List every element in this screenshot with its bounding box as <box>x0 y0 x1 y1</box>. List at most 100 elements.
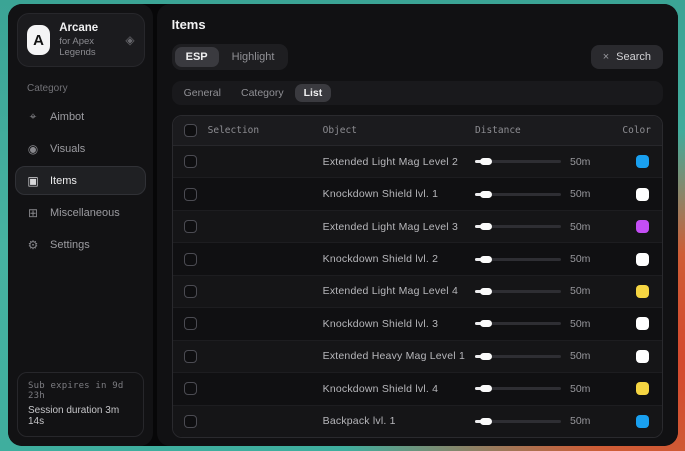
sidebar-item-label: Visuals <box>50 143 85 155</box>
sidebar-item-miscellaneous[interactable]: ⊞ Miscellaneous <box>15 198 146 227</box>
object-name: Extended Light Mag Level 2 <box>323 156 465 168</box>
row-checkbox[interactable] <box>184 220 197 233</box>
column-distance: Distance <box>475 125 603 136</box>
distance-cell: 50m <box>475 156 603 168</box>
color-swatch[interactable] <box>636 220 649 233</box>
gear-icon: ⚙ <box>26 238 40 252</box>
distance-value: 50m <box>570 318 590 330</box>
sidebar-item-visuals[interactable]: ◉ Visuals <box>15 134 146 163</box>
table-row: Extended Light Mag Level 4 50m <box>173 276 662 308</box>
color-cell <box>613 220 651 233</box>
table-row: Extended Light Mag Level 2 50m <box>173 146 662 178</box>
row-checkbox[interactable] <box>184 188 197 201</box>
distance-value: 50m <box>570 221 590 233</box>
table-row: Knockdown Shield lvl. 1 50m <box>173 178 662 210</box>
distance-slider[interactable] <box>475 160 561 163</box>
row-checkbox[interactable] <box>184 317 197 330</box>
distance-slider[interactable] <box>475 387 561 390</box>
color-cell <box>613 350 651 363</box>
color-swatch[interactable] <box>636 188 649 201</box>
color-cell <box>613 415 651 428</box>
tab-category[interactable]: Category <box>232 84 293 102</box>
sidebar-item-label: Settings <box>50 239 90 251</box>
row-checkbox[interactable] <box>184 415 197 428</box>
sidebar-item-aimbot[interactable]: ⌖ Aimbot <box>15 102 146 131</box>
tab-general[interactable]: General <box>175 84 230 102</box>
distance-value: 50m <box>570 156 590 168</box>
mode-tabs: ESPHighlight <box>172 44 289 70</box>
slider-thumb[interactable] <box>480 418 492 425</box>
object-name: Knockdown Shield lvl. 1 <box>323 188 465 200</box>
color-swatch[interactable] <box>636 415 649 428</box>
color-swatch[interactable] <box>636 382 649 395</box>
slider-thumb[interactable] <box>480 288 492 295</box>
controls-row: ESPHighlight × Search <box>172 44 663 70</box>
color-swatch[interactable] <box>636 350 649 363</box>
color-swatch[interactable] <box>636 285 649 298</box>
slider-thumb[interactable] <box>480 191 492 198</box>
tab-list[interactable]: List <box>295 84 332 102</box>
sidebar-item-label: Aimbot <box>50 111 84 123</box>
tab-highlight[interactable]: Highlight <box>221 47 286 67</box>
sidebar: A Arcane for Apex Legends ◈ Category ⌖ A… <box>8 4 153 446</box>
items-table: Selection Object Distance Color Extended… <box>172 115 663 438</box>
slider-thumb[interactable] <box>480 385 492 392</box>
slider-thumb[interactable] <box>480 256 492 263</box>
view-tabs: GeneralCategoryList <box>172 81 663 105</box>
slider-thumb[interactable] <box>480 223 492 230</box>
table-row: Knockdown Shield lvl. 3 50m <box>173 308 662 340</box>
distance-cell: 50m <box>475 285 603 297</box>
distance-slider[interactable] <box>475 193 561 196</box>
color-cell <box>613 382 651 395</box>
distance-slider[interactable] <box>475 225 561 228</box>
session-duration-text: Session duration 3m 14s <box>28 405 133 427</box>
distance-slider[interactable] <box>475 258 561 261</box>
sidebar-item-label: Items <box>50 175 77 187</box>
color-swatch[interactable] <box>636 155 649 168</box>
table-row: Knockdown Shield lvl. 2 50m <box>173 243 662 275</box>
sidebar-item-settings[interactable]: ⚙ Settings <box>15 230 146 259</box>
distance-cell: 50m <box>475 318 603 330</box>
sidebar-item-items[interactable]: ▣ Items <box>15 166 146 195</box>
sidebar-nav: ⌖ Aimbot ◉ Visuals ▣ Items ⊞ Miscellaneo… <box>8 102 153 259</box>
row-checkbox[interactable] <box>184 350 197 363</box>
row-checkbox[interactable] <box>184 382 197 395</box>
row-checkbox[interactable] <box>184 155 197 168</box>
distance-slider[interactable] <box>475 290 561 293</box>
distance-cell: 50m <box>475 221 603 233</box>
distance-value: 50m <box>570 383 590 395</box>
distance-slider[interactable] <box>475 322 561 325</box>
table-header: Selection Object Distance Color <box>173 116 662 146</box>
distance-value: 50m <box>570 188 590 200</box>
crosshair-icon: ⌖ <box>26 109 40 124</box>
select-all-checkbox[interactable] <box>184 124 197 137</box>
distance-cell: 50m <box>475 383 603 395</box>
object-name: Extended Heavy Mag Level 1 <box>323 350 465 362</box>
app-title-block: Arcane for Apex Legends <box>59 22 116 58</box>
slider-thumb[interactable] <box>480 158 492 165</box>
table-row: Knockdown Shield lvl. 4 50m <box>173 373 662 405</box>
sub-expires-text: Sub expires in 9d 23h <box>28 381 133 401</box>
distance-slider[interactable] <box>475 355 561 358</box>
row-checkbox[interactable] <box>184 285 197 298</box>
distance-slider[interactable] <box>475 420 561 423</box>
distance-value: 50m <box>570 415 590 427</box>
main-panel: Items ESPHighlight × Search GeneralCateg… <box>157 4 678 446</box>
distance-value: 50m <box>570 253 590 265</box>
package-icon: ▣ <box>26 174 40 188</box>
row-checkbox[interactable] <box>184 253 197 266</box>
color-cell <box>613 317 651 330</box>
search-button[interactable]: × Search <box>591 45 663 69</box>
color-swatch[interactable] <box>636 253 649 266</box>
object-name: Knockdown Shield lvl. 4 <box>323 383 465 395</box>
object-name: Backpack lvl. 1 <box>323 415 465 427</box>
table-row: Backpack lvl. 1 50m <box>173 406 662 437</box>
slider-thumb[interactable] <box>480 320 492 327</box>
app-logo-card: A Arcane for Apex Legends ◈ <box>17 13 145 67</box>
slider-thumb[interactable] <box>480 353 492 360</box>
app-name: Arcane <box>59 22 116 34</box>
column-object: Object <box>323 125 465 136</box>
table-body: Extended Light Mag Level 2 50m Knockdown… <box>173 146 662 437</box>
color-swatch[interactable] <box>636 317 649 330</box>
tab-esp[interactable]: ESP <box>175 47 219 67</box>
